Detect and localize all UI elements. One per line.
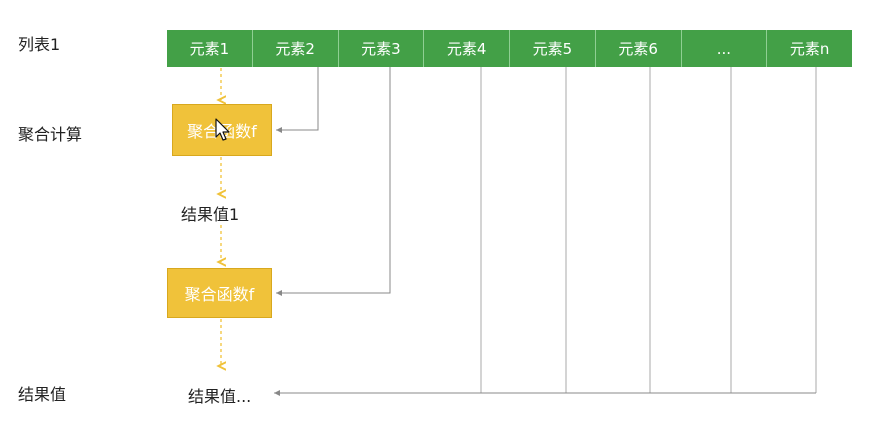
list-cell: 元素3 bbox=[339, 30, 425, 67]
connector-element3-to-func2 bbox=[276, 67, 391, 296]
aggregation-diagram: 列表1 聚合计算 结果值 元素1 元素2 元素3 元素4 元素5 元素6 ...… bbox=[0, 0, 876, 422]
list-bar: 元素1 元素2 元素3 元素4 元素5 元素6 ... 元素n bbox=[167, 30, 852, 67]
list-cell: 元素2 bbox=[253, 30, 339, 67]
mouse-pointer-icon bbox=[215, 118, 230, 141]
list-cell: 元素4 bbox=[424, 30, 510, 67]
row-label-aggregate: 聚合计算 bbox=[18, 125, 83, 144]
row-label-list: 列表1 bbox=[18, 35, 61, 54]
list-cell: 元素1 bbox=[167, 30, 253, 67]
list-cell: ... bbox=[682, 30, 768, 67]
intermediate-result: 结果值1 bbox=[181, 205, 240, 224]
row-label-result: 结果值 bbox=[18, 385, 67, 404]
connector-element2-to-func1 bbox=[276, 67, 319, 133]
list-cell: 元素5 bbox=[510, 30, 596, 67]
aggregate-function-box-2: 聚合函数f bbox=[167, 268, 272, 318]
final-result: 结果值... bbox=[188, 387, 252, 406]
list-cell: 元素6 bbox=[596, 30, 682, 67]
list-cell: 元素n bbox=[789, 40, 830, 58]
